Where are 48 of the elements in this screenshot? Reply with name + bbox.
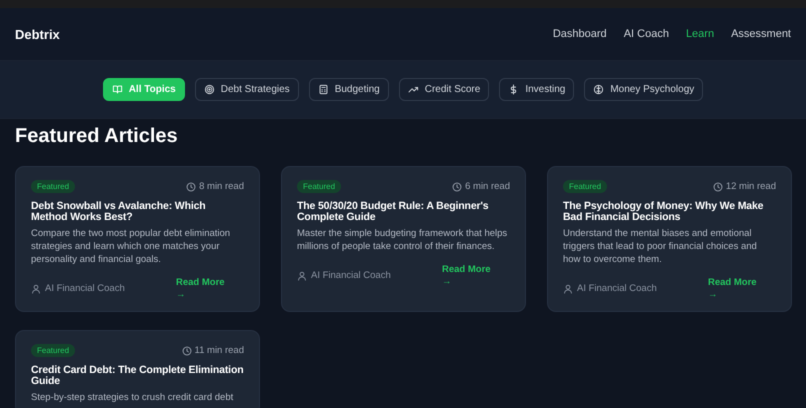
author-name: AI Financial Coach xyxy=(577,283,657,294)
user-icon xyxy=(297,270,307,280)
user-icon xyxy=(31,284,41,294)
topic-tab[interactable]: Money Psychology xyxy=(584,78,704,101)
book-icon xyxy=(112,84,123,95)
featured-badge: Featured xyxy=(31,344,76,357)
topic-tab[interactable]: Budgeting xyxy=(308,78,389,101)
article-description: Compare the two most popular debt elimination strategies and learn which one matches your personality and financial goals. xyxy=(31,227,232,266)
nav-link[interactable]: Dashboard xyxy=(552,28,607,40)
calculator-icon xyxy=(318,84,329,95)
user-icon xyxy=(563,284,573,294)
article-card[interactable] xyxy=(281,166,526,312)
article-description: Master the simple budgeting framework that helps millions of people take control of their finances. xyxy=(297,227,508,253)
article-description: Step-by-step strategies to crush credit card debt xyxy=(31,391,234,404)
target-icon xyxy=(204,84,215,95)
read-more-link[interactable]: Read More → xyxy=(442,264,494,288)
article-card[interactable] xyxy=(547,166,792,312)
clock-icon xyxy=(182,346,192,356)
featured-badge: Featured xyxy=(31,180,76,193)
clock-icon xyxy=(452,182,462,192)
topic-tab[interactable]: Investing xyxy=(499,78,574,101)
read-time: 6 min read xyxy=(465,181,510,192)
article-title: The Psychology of Money: Why We Make Bad Financial Decisions xyxy=(563,201,764,223)
clock-icon xyxy=(712,182,723,192)
featured-badge: Featured xyxy=(563,180,608,193)
article-title: Debt Snowball vs Avalanche: Which Method Works Best? xyxy=(31,201,207,223)
topic-tab[interactable]: Debt Strategies xyxy=(194,78,299,101)
brand-name: Debtrix xyxy=(15,26,60,42)
clock-icon xyxy=(186,182,196,192)
read-more-link[interactable]: Read More → xyxy=(176,277,228,301)
nav-link[interactable]: AI Coach xyxy=(624,28,669,40)
topic-tab[interactable]: Credit Score xyxy=(398,78,490,101)
article-description: Understand the mental biases and emotional triggers that lead to poor financial choices and how to overcome them. xyxy=(563,227,758,266)
featured-badge: Featured xyxy=(297,180,342,193)
read-time: 8 min read xyxy=(199,181,244,192)
trend-up-icon xyxy=(408,84,419,95)
article-card[interactable] xyxy=(15,166,260,312)
read-time: 11 min read xyxy=(194,345,244,356)
article-title: The 50/30/20 Budget Rule: A Beginner's Complete Guide xyxy=(297,201,490,223)
article-card[interactable]: Featured 11 min read Credit Card Debt: The Complete Elimination Guide Step-by-step strategies to crush credit card debt xyxy=(15,330,260,408)
section-heading: Featured Articles xyxy=(15,125,179,148)
read-time: 12 min read xyxy=(726,181,776,192)
nav-link[interactable]: Assessment xyxy=(731,28,791,40)
nav-link[interactable]: Learn xyxy=(686,28,714,40)
author-name: AI Financial Coach xyxy=(311,270,391,281)
author-name: AI Financial Coach xyxy=(45,283,125,294)
article-title: Credit Card Debt: The Complete Elimination Guide xyxy=(31,365,244,387)
read-more-link[interactable]: Read More → xyxy=(708,277,760,301)
